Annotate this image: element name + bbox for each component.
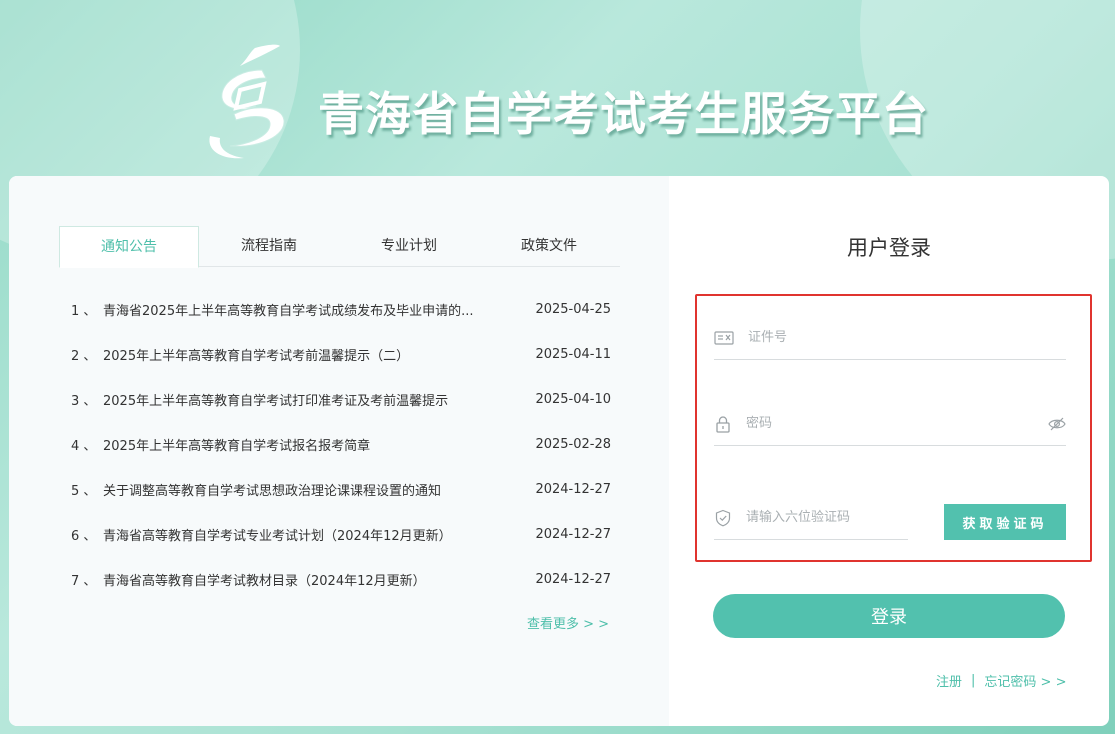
notice-panel: 通知公告 流程指南 专业计划 政策文件 1 、 青海省2025年上半年高等教育自… [9,176,669,726]
view-more-link[interactable]: 查看更多 > > [527,613,609,632]
login-form-highlight: 获取验证码 [695,294,1092,562]
verification-code-input[interactable] [746,502,916,533]
list-item-date: 2025-04-25 [535,302,611,317]
login-title: 用户登录 [847,236,931,260]
list-item-date: 2024-12-27 [535,572,611,587]
list-item-date: 2025-04-11 [535,347,611,362]
site-title: 青海省自学考试考生服务平台 [318,87,929,141]
list-item[interactable]: 3 、 2025年上半年高等教育自学考试打印准考证及考前温馨提示 2025-04… [71,377,611,422]
eye-off-icon[interactable] [1048,417,1066,431]
id-number-input[interactable] [748,322,1066,353]
list-item-date: 2025-02-28 [535,437,611,452]
tab-major-plan[interactable]: 专业计划 [339,226,479,267]
list-item[interactable]: 4 、 2025年上半年高等教育自学考试报名报考简章 2025-02-28 [71,422,611,467]
list-item-number: 2 、 [71,349,97,364]
tab-policy-documents[interactable]: 政策文件 [479,226,619,267]
list-item[interactable]: 6 、 青海省高等教育自学考试专业考试计划（2024年12月更新） 2024-1… [71,512,611,557]
tab-process-guide[interactable]: 流程指南 [199,226,339,267]
list-item-date: 2024-12-27 [535,527,611,542]
list-item[interactable]: 1 、 青海省2025年上半年高等教育自学考试成绩发布及毕业申请的... 202… [71,287,611,332]
list-item-number: 5 、 [71,484,97,499]
link-separator: | [971,673,976,688]
forgot-password-link[interactable]: 忘记密码 > > [984,671,1066,690]
list-item-title[interactable]: 2025年上半年高等教育自学考试报名报考简章 [103,435,503,454]
logo-icon [209,44,285,159]
notice-list: 1 、 青海省2025年上半年高等教育自学考试成绩发布及毕业申请的... 202… [71,287,611,602]
lock-icon [716,415,730,433]
list-item-title[interactable]: 青海省2025年上半年高等教育自学考试成绩发布及毕业申请的... [103,300,503,319]
account-links: 注册 | 忘记密码 > > [936,671,1066,690]
list-item[interactable]: 5 、 关于调整高等教育自学考试思想政治理论课课程设置的通知 2024-12-2… [71,467,611,512]
list-item-date: 2025-04-10 [535,392,611,407]
list-item-title[interactable]: 关于调整高等教育自学考试思想政治理论课课程设置的通知 [103,480,503,499]
list-item-title[interactable]: 青海省高等教育自学考试教材目录（2024年12月更新） [103,570,503,589]
list-item-number: 3 、 [71,394,97,409]
list-item-title[interactable]: 青海省高等教育自学考试专业考试计划（2024年12月更新） [103,525,503,544]
id-card-icon [714,330,734,345]
list-item-date: 2024-12-27 [535,482,611,497]
get-code-button[interactable]: 获取验证码 [944,504,1066,540]
register-link[interactable]: 注册 [936,671,962,690]
list-item-number: 6 、 [71,529,97,544]
tab-announcements[interactable]: 通知公告 [59,226,199,268]
tab-bar: 通知公告 流程指南 专业计划 政策文件 [59,226,620,268]
login-panel: 用户登录 证件号 请输入六位验证码 获取验证码 登录 注册 | 忘记密码 > > [669,176,1109,726]
list-item-number: 4 、 [71,439,97,454]
verification-code-field [714,496,916,540]
list-item-title[interactable]: 2025年上半年高等教育自学考试考前温馨提示（二） [103,345,503,364]
password-field [714,402,1066,446]
login-button[interactable]: 登录 [713,594,1065,638]
list-item-number: 7 、 [71,574,97,589]
shield-icon [715,509,731,526]
list-item[interactable]: 7 、 青海省高等教育自学考试教材目录（2024年12月更新） 2024-12-… [71,557,611,602]
header: 青海省自学考试考生服务平台 [0,0,1115,176]
password-input[interactable] [746,408,1048,439]
id-number-field [714,316,1066,360]
list-item[interactable]: 2 、 2025年上半年高等教育自学考试考前温馨提示（二） 2025-04-11 [71,332,611,377]
list-item-number: 1 、 [71,304,97,319]
main-card: 通知公告 流程指南 专业计划 政策文件 1 、 青海省2025年上半年高等教育自… [9,176,1109,726]
list-item-title[interactable]: 2025年上半年高等教育自学考试打印准考证及考前温馨提示 [103,390,503,409]
